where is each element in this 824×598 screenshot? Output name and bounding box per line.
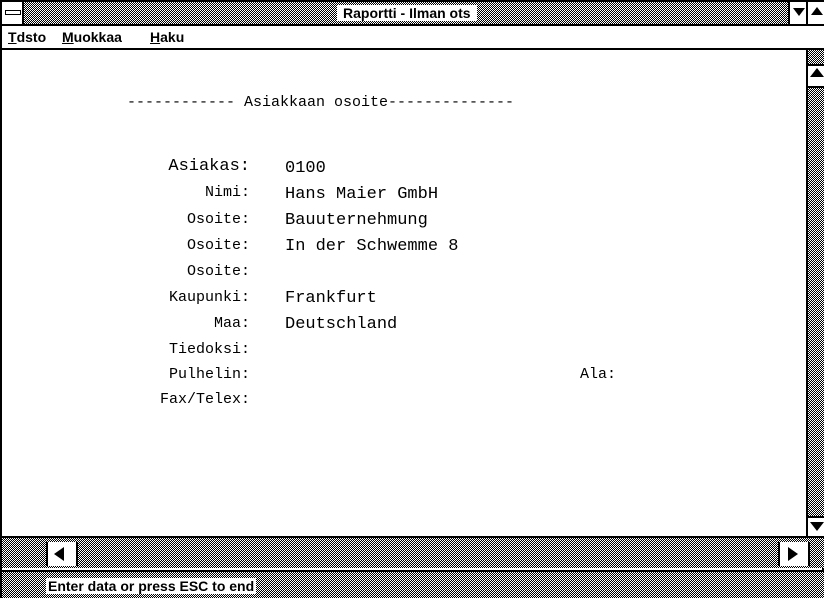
scroll-left-icon xyxy=(54,547,64,561)
system-menu-icon xyxy=(5,10,21,15)
application-window: Raportti - Ilman ots Tdsto Muokkaa Haku … xyxy=(0,0,824,598)
menu-muokkaa[interactable]: Muokkaa xyxy=(62,26,122,48)
scroll-down-icon xyxy=(810,522,824,531)
customer-value[interactable]: 0100 xyxy=(285,159,326,178)
scroll-left-button[interactable] xyxy=(46,542,78,566)
address3-label: Osoite: xyxy=(186,263,250,280)
minimize-icon xyxy=(793,8,805,16)
scroll-right-button[interactable] xyxy=(778,542,810,566)
menu-haku-mnemonic: H xyxy=(150,29,161,45)
menu-bar: Tdsto Muokkaa Haku xyxy=(2,26,824,50)
menu-tdsto-label: dsto xyxy=(16,29,47,45)
menu-tdsto-mnemonic: T xyxy=(8,29,17,45)
phone-label: Pulhelin: xyxy=(168,366,250,383)
report-content[interactable]: ------------ Asiakkaan osoite-----------… xyxy=(2,50,806,536)
name-value[interactable]: Hans Maier GmbH xyxy=(285,185,438,204)
vertical-scrollbar[interactable] xyxy=(806,50,824,538)
menu-tdsto[interactable]: Tdsto xyxy=(8,26,46,48)
info-label: Tiedoksi: xyxy=(168,341,250,358)
customer-label: Asiakas: xyxy=(168,157,250,176)
city-value[interactable]: Frankfurt xyxy=(285,289,377,308)
status-message: Enter data or press ESC to end xyxy=(46,578,257,594)
name-label: Nimi: xyxy=(204,184,250,201)
window-title: Raportti - Ilman ots xyxy=(337,5,477,21)
status-bar: Enter data or press ESC to end xyxy=(2,570,824,598)
scroll-right-icon xyxy=(788,547,798,561)
address1-value[interactable]: Bauuternehmung xyxy=(285,211,428,230)
menu-haku[interactable]: Haku xyxy=(150,26,184,48)
address2-value[interactable]: In der Schwemme 8 xyxy=(285,237,458,256)
address2-label: Osoite: xyxy=(186,237,250,254)
menu-muokkaa-label: uokkaa xyxy=(73,29,122,45)
horizontal-scrollbar[interactable] xyxy=(2,536,824,568)
system-menu-button[interactable] xyxy=(2,2,24,24)
scroll-up-button[interactable] xyxy=(808,64,824,88)
section-heading: ------------ Asiakkaan osoite-----------… xyxy=(127,94,515,111)
minimize-button[interactable] xyxy=(788,2,808,24)
country-label: Maa: xyxy=(213,315,250,332)
scroll-down-button[interactable] xyxy=(808,516,824,538)
country-value[interactable]: Deutschland xyxy=(285,315,397,334)
maximize-icon xyxy=(811,7,823,15)
scroll-up-icon xyxy=(810,68,824,77)
address1-label: Osoite: xyxy=(186,211,250,228)
menu-muokkaa-mnemonic: M xyxy=(62,29,74,45)
ala-label: Ala: xyxy=(580,366,617,383)
menu-haku-label: aku xyxy=(160,29,185,45)
title-bar[interactable]: Raportti - Ilman ots xyxy=(2,2,824,26)
fax-telex-label: Fax/Telex: xyxy=(159,391,250,408)
maximize-button[interactable] xyxy=(808,2,824,24)
city-label: Kaupunki: xyxy=(168,289,250,306)
